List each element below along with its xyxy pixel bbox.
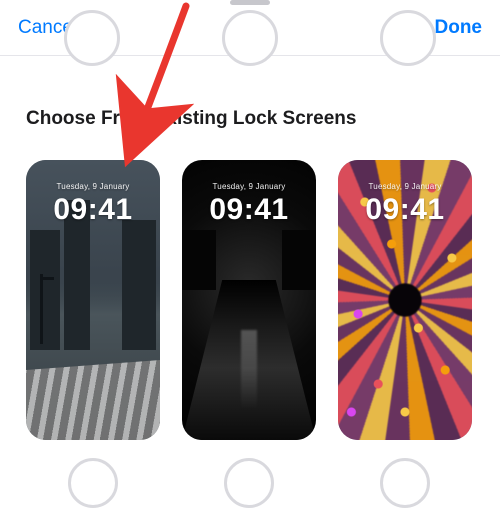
radio-wrap bbox=[182, 458, 316, 508]
wallpaper-bg bbox=[122, 220, 156, 350]
lockscreen-card-1[interactable]: Tuesday, 9 January 09:41 bbox=[26, 160, 160, 440]
radio-2[interactable] bbox=[224, 458, 274, 508]
lockscreen-time: 09:41 bbox=[182, 193, 316, 227]
lockscreen-overlay: Tuesday, 9 January 09:41 bbox=[182, 182, 316, 227]
lockscreen-date: Tuesday, 9 January bbox=[26, 182, 160, 191]
wallpaper-bg bbox=[40, 277, 54, 280]
selection-radios bbox=[0, 440, 500, 508]
lockscreen-cards: Tuesday, 9 January 09:41 Tuesday, 9 Janu… bbox=[0, 130, 500, 440]
wallpaper-bg bbox=[182, 230, 216, 290]
lockscreen-time: 09:41 bbox=[26, 193, 160, 227]
radio-peek bbox=[380, 10, 436, 66]
radio-1[interactable] bbox=[68, 458, 118, 508]
radio-wrap bbox=[26, 458, 160, 508]
lockscreen-date: Tuesday, 9 January bbox=[338, 182, 472, 191]
sheet-grabber[interactable] bbox=[230, 0, 270, 5]
done-button[interactable]: Done bbox=[435, 17, 483, 39]
lockscreen-card-2[interactable]: Tuesday, 9 January 09:41 bbox=[182, 160, 316, 440]
lockscreen-card-3[interactable]: Tuesday, 9 January 09:41 bbox=[338, 160, 472, 440]
radio-peek bbox=[64, 10, 120, 66]
wallpaper-bg bbox=[282, 230, 316, 290]
radio-peek bbox=[222, 10, 278, 66]
lockscreen-time: 09:41 bbox=[338, 193, 472, 227]
sheet: Cancel Done Choose From Existing Lock Sc… bbox=[0, 0, 500, 514]
lockscreen-date: Tuesday, 9 January bbox=[182, 182, 316, 191]
wallpaper-bg bbox=[40, 274, 43, 344]
radio-wrap bbox=[338, 458, 472, 508]
lockscreen-overlay: Tuesday, 9 January 09:41 bbox=[338, 182, 472, 227]
previous-row-peek bbox=[0, 56, 500, 70]
wallpaper-bg bbox=[241, 330, 257, 410]
section-title: Choose From Existing Lock Screens bbox=[0, 70, 500, 130]
wallpaper-bg bbox=[30, 230, 60, 350]
radio-3[interactable] bbox=[380, 458, 430, 508]
lockscreen-overlay: Tuesday, 9 January 09:41 bbox=[26, 182, 160, 227]
